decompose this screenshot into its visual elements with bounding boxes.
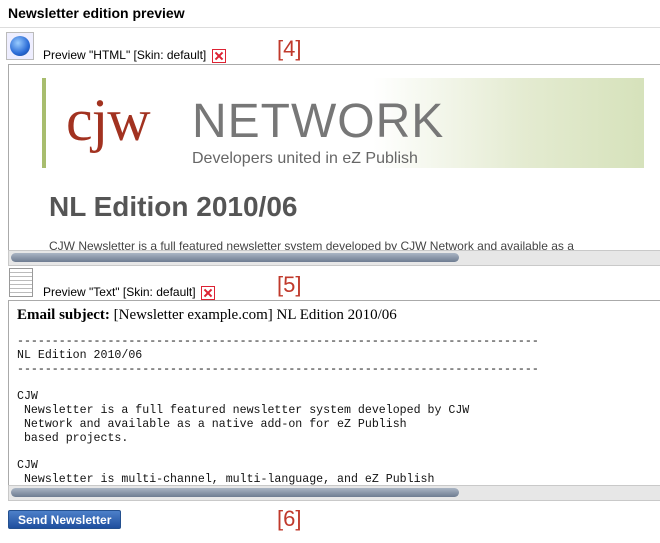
divider bbox=[0, 27, 660, 28]
html-preview-label: Preview "HTML" [Skin: default] bbox=[43, 48, 207, 62]
html-preview-frame[interactable]: cjw NETWORK Developers united in eZ Publ… bbox=[8, 64, 660, 252]
email-subject: Email subject: [Newsletter example.com] … bbox=[17, 307, 397, 324]
logo-cjw: cjw bbox=[66, 87, 151, 153]
globe-icon[interactable] bbox=[6, 32, 34, 60]
text-preview-label: Preview "Text" [Skin: default] bbox=[43, 285, 196, 299]
html-preview-scrollbar[interactable] bbox=[8, 250, 660, 266]
logo-tagline: Developers united in eZ Publish bbox=[192, 150, 418, 167]
close-icon[interactable] bbox=[211, 48, 226, 63]
edition-title: NL Edition 2010/06 bbox=[49, 191, 298, 222]
text-preview-body: ----------------------------------------… bbox=[17, 335, 539, 486]
email-subject-value: [Newsletter example.com] NL Edition 2010… bbox=[113, 307, 397, 323]
text-preview-label-row: Preview "Text" [Skin: default] bbox=[43, 285, 215, 300]
scrollbar-thumb[interactable] bbox=[11, 488, 459, 497]
text-preview-scrollbar[interactable] bbox=[8, 485, 660, 501]
newsletter-banner: cjw NETWORK Developers united in eZ Publ… bbox=[42, 78, 644, 168]
banner-accent bbox=[42, 78, 46, 168]
page-title: Newsletter edition preview bbox=[8, 5, 185, 21]
callout-6: [6] bbox=[277, 506, 302, 531]
callout-5: [5] bbox=[277, 272, 302, 297]
document-icon[interactable] bbox=[9, 268, 33, 297]
logo-network: NETWORK bbox=[192, 95, 445, 148]
email-subject-label: Email subject: bbox=[17, 307, 110, 323]
text-preview-frame[interactable]: Email subject: [Newsletter example.com] … bbox=[8, 300, 660, 487]
close-icon[interactable] bbox=[200, 285, 215, 300]
send-newsletter-button[interactable]: Send Newsletter bbox=[8, 510, 122, 529]
callout-4: [4] bbox=[277, 36, 302, 61]
html-preview-label-row: Preview "HTML" [Skin: default] bbox=[43, 48, 226, 63]
scrollbar-thumb[interactable] bbox=[11, 253, 459, 262]
